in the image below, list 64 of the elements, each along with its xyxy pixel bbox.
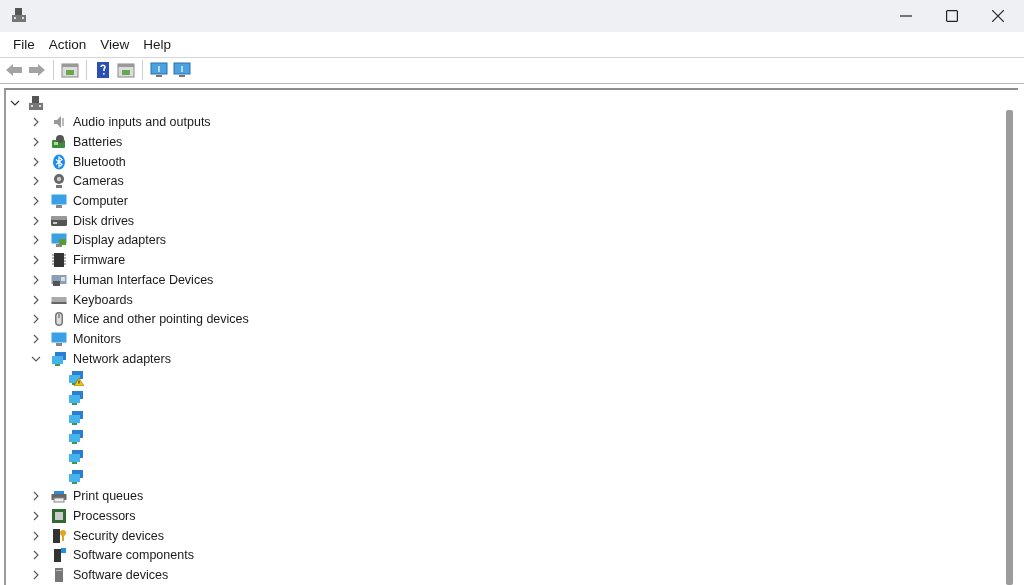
tree-item-label[interactable]: Software components [73,548,194,563]
menu-item[interactable]: Action [48,37,87,52]
chevron-icon[interactable] [31,314,41,325]
bluetooth-icon [51,153,67,170]
menu-item[interactable]: File [13,37,35,52]
network-monitors-icon[interactable] [68,468,84,485]
tree-item-label[interactable]: Security devices [73,528,164,543]
webcam-icon [51,173,67,190]
network-warning-icon[interactable] [68,370,84,387]
chevron-icon[interactable] [31,491,41,502]
display-adapter-icon [51,232,67,249]
properties-icon[interactable] [61,61,79,80]
monitor-icon [51,330,67,347]
chevron-icon[interactable] [31,176,41,187]
processor-icon [51,508,67,525]
help-icon[interactable] [94,61,112,80]
maximize-icon[interactable] [946,10,958,23]
chevron-icon[interactable] [31,137,41,148]
tree-item-label[interactable]: Disk drives [73,213,135,228]
menu-item[interactable]: View [100,37,130,52]
chevron-icon[interactable] [31,550,41,561]
tree-item-label[interactable]: Cameras [73,174,124,189]
chevron-icon[interactable] [31,511,41,522]
tree-item-label[interactable]: Computer [73,194,128,209]
network-monitors-icon [51,350,67,367]
network-monitors-icon[interactable] [68,449,84,466]
chevron-icon[interactable] [31,333,41,344]
tree-item-label[interactable]: Batteries [73,135,123,150]
tree-item-label[interactable]: Network adapters [73,351,171,366]
scrollbar-thumb[interactable] [1006,109,1013,585]
chevron-icon[interactable] [31,156,41,167]
chevron-icon[interactable] [31,117,41,128]
network-monitors-icon[interactable] [68,429,84,446]
network-monitors-icon[interactable] [68,389,84,406]
tree-item-label[interactable]: Print queues [73,489,144,504]
tree-item-label[interactable]: Software devices [73,568,169,583]
tree-item-label[interactable]: Audio inputs and outputs [73,115,211,130]
chevron-icon[interactable] [31,255,41,266]
tree-item-label[interactable]: Bluetooth [73,154,126,169]
chevron-icon[interactable] [31,196,41,207]
chevron-icon[interactable] [31,215,41,226]
software-tower-icon [51,547,67,564]
printer-icon [51,488,67,505]
security-key-icon [51,527,67,544]
chip-icon [51,252,67,269]
chevron-icon[interactable] [31,530,41,541]
computer-icon [28,94,44,111]
chevron-icon[interactable] [31,570,41,581]
tree-item-label[interactable]: Display adapters [73,233,167,248]
chevron-icon[interactable] [31,274,41,285]
chevron-icon[interactable] [31,294,41,305]
tree-item-label[interactable]: Keyboards [73,292,133,307]
monitor-icon [51,193,67,210]
tree-item-label[interactable]: Human Interface Devices [73,272,214,287]
tree-item-label[interactable]: Processors [73,509,136,524]
tree-item-label[interactable]: Firmware [73,253,126,268]
menu-item[interactable]: Help [143,37,172,52]
network-monitors-icon[interactable] [68,409,84,426]
battery-icon [51,134,67,151]
tree-item-label[interactable]: Mice and other pointing devices [73,312,249,327]
chevron-icon[interactable] [31,235,41,246]
close-icon[interactable] [992,10,1004,23]
device-manager-icon [11,7,27,24]
tree-item-label[interactable]: Monitors [73,331,121,346]
